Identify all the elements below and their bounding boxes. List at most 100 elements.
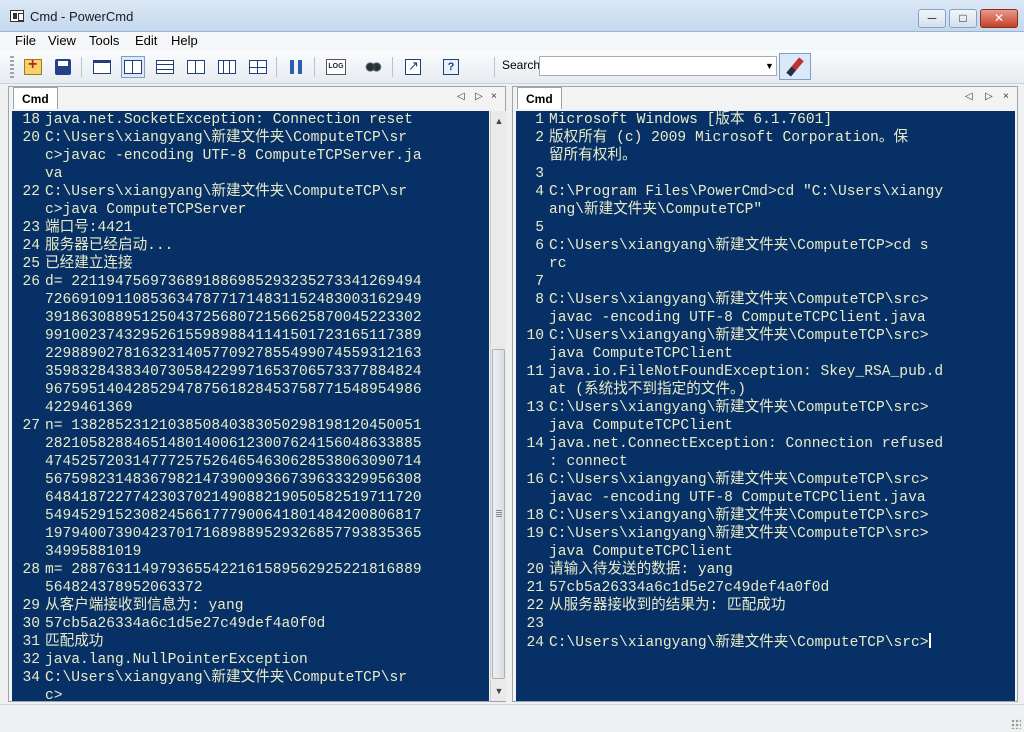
- new-console-button[interactable]: [21, 56, 45, 78]
- console-line: 1 Microsoft Windows [版本 6.1.7601]: [516, 111, 1015, 129]
- tab-cmd-left[interactable]: Cmd: [13, 87, 58, 109]
- console-line: c>: [12, 687, 489, 701]
- menu-tools[interactable]: Tools: [89, 33, 119, 48]
- clear-brush-button[interactable]: [779, 53, 811, 80]
- layout-split-button[interactable]: [184, 56, 208, 78]
- tab-prev-icon[interactable]: ◁: [965, 91, 973, 102]
- tab-next-icon[interactable]: ▷: [475, 91, 483, 102]
- console-line: 23: [516, 615, 1015, 633]
- gears-button[interactable]: [361, 56, 385, 78]
- line-text: 从服务器接收到的结果为: 匹配成功: [549, 598, 786, 614]
- console-line: ang\新建文件夹\ComputeTCP": [516, 201, 1015, 219]
- console-line: 13 C:\Users\xiangyang\新建文件夹\ComputeTCP\sr…: [516, 399, 1015, 417]
- scroll-thumb[interactable]: [492, 349, 505, 679]
- tab-next-icon[interactable]: ▷: [985, 91, 993, 102]
- resize-grip-icon[interactable]: [1011, 719, 1021, 729]
- tab-prev-icon[interactable]: ◁: [457, 91, 465, 102]
- line-number: 19: [526, 526, 544, 542]
- menu-help[interactable]: Help: [171, 33, 198, 48]
- save-icon: [55, 59, 71, 75]
- console-line: 24 C:\Users\xiangyang\新建文件夹\ComputeTCP\sr…: [516, 633, 1015, 651]
- console-output[interactable]: 18 java.net.SocketException: Connection r…: [12, 111, 489, 701]
- line-number: 18: [526, 508, 544, 524]
- console-line: 18 java.net.SocketException: Connection r…: [12, 111, 489, 129]
- line-number: 21: [526, 580, 544, 596]
- toolbar-grip[interactable]: [10, 56, 14, 78]
- right-console-pane: Cmd ◁ ▷ × 1 Microsoft Windows [版本 6.1.760…: [512, 86, 1018, 702]
- tab-cmd-right[interactable]: Cmd: [517, 87, 562, 109]
- menu-view[interactable]: View: [48, 33, 76, 48]
- pause-button[interactable]: [284, 56, 308, 78]
- line-text: 9675951404285294787561828453758771548954…: [45, 382, 422, 398]
- vertical-scrollbar[interactable]: ▲ ▼: [490, 111, 506, 701]
- line-text: java.lang.NullPointerException: [45, 652, 308, 668]
- window-title: Cmd - PowerCmd: [30, 9, 134, 24]
- console-output[interactable]: 1 Microsoft Windows [版本 6.1.7601] 2 版权所有 (c…: [516, 111, 1015, 701]
- console-line: 23 端口号:4421: [12, 219, 489, 237]
- toolbar-separator: [276, 57, 277, 77]
- search-input[interactable]: [539, 56, 777, 76]
- line-text: 从客户端接收到信息为: yang: [45, 598, 244, 614]
- save-button[interactable]: [51, 56, 75, 78]
- toolbar-separator: [494, 57, 495, 77]
- line-text: c>: [45, 688, 63, 701]
- layout-two-columns-button[interactable]: [121, 56, 145, 78]
- layout-two-columns-icon: [124, 60, 142, 74]
- minimize-button[interactable]: ─: [918, 9, 946, 28]
- console-line: 1979400739042370171689889529326857793835…: [12, 525, 489, 543]
- console-line: 2 版权所有 (c) 2009 Microsoft Corporation。保: [516, 129, 1015, 147]
- console-line: 10 C:\Users\xiangyang\新建文件夹\ComputeTCP\sr…: [516, 327, 1015, 345]
- console-line: 32 java.lang.NullPointerException: [12, 651, 489, 669]
- line-number: 13: [526, 400, 544, 416]
- line-text: C:\Program Files\PowerCmd>cd "C:\Users\x…: [549, 184, 944, 200]
- console-line: c>java ComputeTCPServer: [12, 201, 489, 219]
- line-number: 18: [22, 112, 40, 128]
- line-text: Microsoft Windows [版本 6.1.7601]: [549, 112, 833, 128]
- line-text: 7266910911085363478771714831152483003162…: [45, 292, 422, 308]
- tab-close-icon[interactable]: ×: [491, 91, 497, 102]
- console-line: 25 已经建立连接: [12, 255, 489, 273]
- console-line: 6 C:\Users\xiangyang\新建文件夹\ComputeTCP>cd …: [516, 237, 1015, 255]
- menu-file[interactable]: File: [15, 33, 36, 48]
- layout-three-columns-button[interactable]: [215, 56, 239, 78]
- layout-single-icon: [93, 60, 111, 74]
- layout-grid-button[interactable]: [246, 56, 270, 78]
- console-line: 5675982314836798214739009366739633329956…: [12, 471, 489, 489]
- tab-close-icon[interactable]: ×: [1003, 91, 1009, 102]
- console-line: javac -encoding UTF-8 ComputeTCPClient.j…: [516, 309, 1015, 327]
- line-text: 1979400739042370171689889529326857793835…: [45, 526, 422, 542]
- line-text: 3918630889512504372568072156625870045223…: [45, 310, 422, 326]
- console-line: 564824378952063372: [12, 579, 489, 597]
- console-line: 14 java.net.ConnectException: Connection …: [516, 435, 1015, 453]
- line-text: 已经建立连接: [45, 256, 133, 272]
- console-line: 21 57cb5a26334a6c1d5e27c49def4a0f0d: [516, 579, 1015, 597]
- scroll-up-icon[interactable]: ▲: [491, 113, 507, 129]
- console-line: va: [12, 165, 489, 183]
- layout-three-rows-button[interactable]: [153, 56, 177, 78]
- console-line: 6484187227742303702149088219050582519711…: [12, 489, 489, 507]
- maximize-button[interactable]: □: [949, 9, 977, 28]
- scroll-down-icon[interactable]: ▼: [491, 683, 507, 699]
- close-button[interactable]: ✕: [980, 9, 1018, 28]
- export-icon: [405, 58, 421, 75]
- line-text: 6484187227742303702149088219050582519711…: [45, 490, 422, 506]
- help-button[interactable]: ?: [439, 56, 463, 78]
- line-text: 2821058288465148014006123007624156048633…: [45, 436, 422, 452]
- line-number: 26: [22, 274, 40, 290]
- console-line: 26 d= 22119475697368918869852932352733412…: [12, 273, 489, 291]
- line-text: 服务器已经启动...: [45, 238, 174, 254]
- menu-edit[interactable]: Edit: [135, 33, 157, 48]
- line-number: 31: [22, 634, 40, 650]
- layout-single-button[interactable]: [90, 56, 114, 78]
- line-text: javac -encoding UTF-8 ComputeTCPClient.j…: [549, 490, 926, 506]
- console-line: 19 C:\Users\xiangyang\新建文件夹\ComputeTCP\sr…: [516, 525, 1015, 543]
- layout-three-rows-icon: [156, 60, 174, 74]
- log-button[interactable]: LOG: [324, 56, 348, 78]
- line-text: n= 1382852312103850840383050298198120450…: [45, 418, 422, 434]
- line-text: 匹配成功: [45, 634, 104, 650]
- line-text: C:\Users\xiangyang\新建文件夹\ComputeTCP\src>: [549, 635, 929, 651]
- export-button[interactable]: [401, 56, 425, 78]
- new-console-icon: [24, 56, 42, 75]
- search-dropdown-icon[interactable]: ▼: [763, 57, 776, 75]
- console-line: java ComputeTCPClient: [516, 417, 1015, 435]
